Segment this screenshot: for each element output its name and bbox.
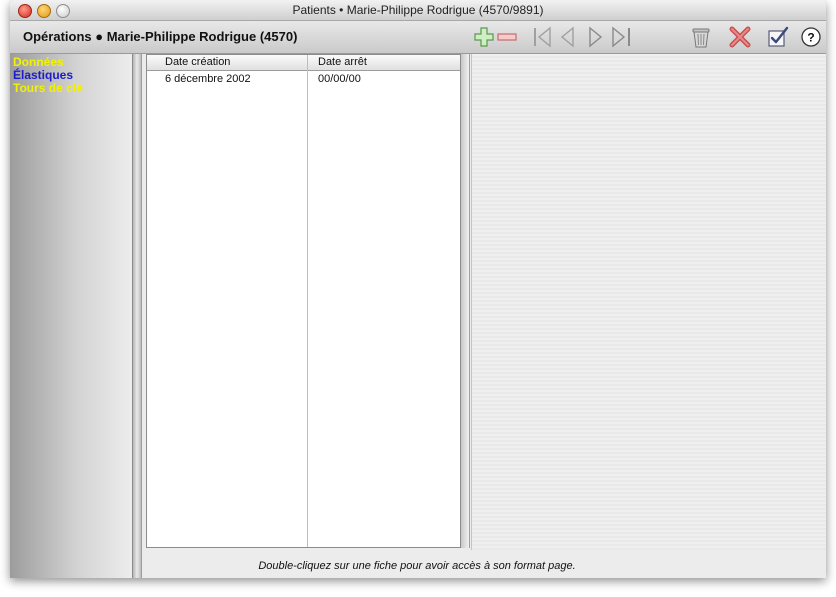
operations-table[interactable]: Date création Date arrêt 6 décembre 2002… xyxy=(146,54,461,548)
cancel-icon xyxy=(729,26,751,48)
detail-pane xyxy=(471,54,826,550)
column-divider xyxy=(307,55,308,547)
patients-window: Patients • Marie-Philippe Rodrigue (4570… xyxy=(10,0,826,578)
svg-text:?: ? xyxy=(807,31,814,45)
next-record-button[interactable] xyxy=(583,24,609,50)
first-record-button[interactable] xyxy=(530,24,556,50)
cancel-button[interactable] xyxy=(727,24,753,50)
help-icon: ? xyxy=(801,27,821,47)
trash-icon xyxy=(692,28,710,48)
last-record-icon xyxy=(612,26,630,48)
sidebar: Données Élastiques Tours de clé xyxy=(10,54,132,578)
sidebar-item-donnees[interactable]: Données xyxy=(13,55,64,69)
cell-date-creation: 6 décembre 2002 xyxy=(165,73,251,85)
validate-button[interactable] xyxy=(765,24,791,50)
window-title: Patients • Marie-Philippe Rodrigue (4570… xyxy=(292,3,544,17)
title-bar[interactable]: Patients • Marie-Philippe Rodrigue (4570… xyxy=(10,0,826,21)
last-record-button[interactable] xyxy=(608,24,634,50)
next-record-icon xyxy=(589,26,603,48)
first-record-icon xyxy=(534,26,551,48)
column-header-date-arret[interactable]: Date arrêt xyxy=(318,56,367,68)
trash-button[interactable] xyxy=(688,24,714,50)
table-header: Date création Date arrêt xyxy=(147,55,460,71)
sidebar-splitter[interactable] xyxy=(132,54,142,578)
sidebar-item-tours-de-cle[interactable]: Tours de clé xyxy=(13,81,83,95)
previous-record-icon xyxy=(560,26,574,48)
validate-icon xyxy=(768,26,789,47)
table-scrollbar[interactable] xyxy=(461,54,470,548)
toolbar: Opérations ● Marie-Philippe Rodrigue (45… xyxy=(10,21,826,54)
help-button[interactable]: ? xyxy=(798,24,824,50)
record-title: Opérations ● Marie-Philippe Rodrigue (45… xyxy=(23,29,298,44)
footer-hint: Double-cliquez sur une fiche pour avoir … xyxy=(258,560,576,572)
cell-date-arret: 00/00/00 xyxy=(318,73,361,85)
column-header-date-creation[interactable]: Date création xyxy=(165,56,230,68)
sidebar-item-elastiques[interactable]: Élastiques xyxy=(13,68,73,82)
remove-icon xyxy=(497,33,517,41)
remove-button[interactable] xyxy=(494,24,520,50)
previous-record-button[interactable] xyxy=(555,24,581,50)
